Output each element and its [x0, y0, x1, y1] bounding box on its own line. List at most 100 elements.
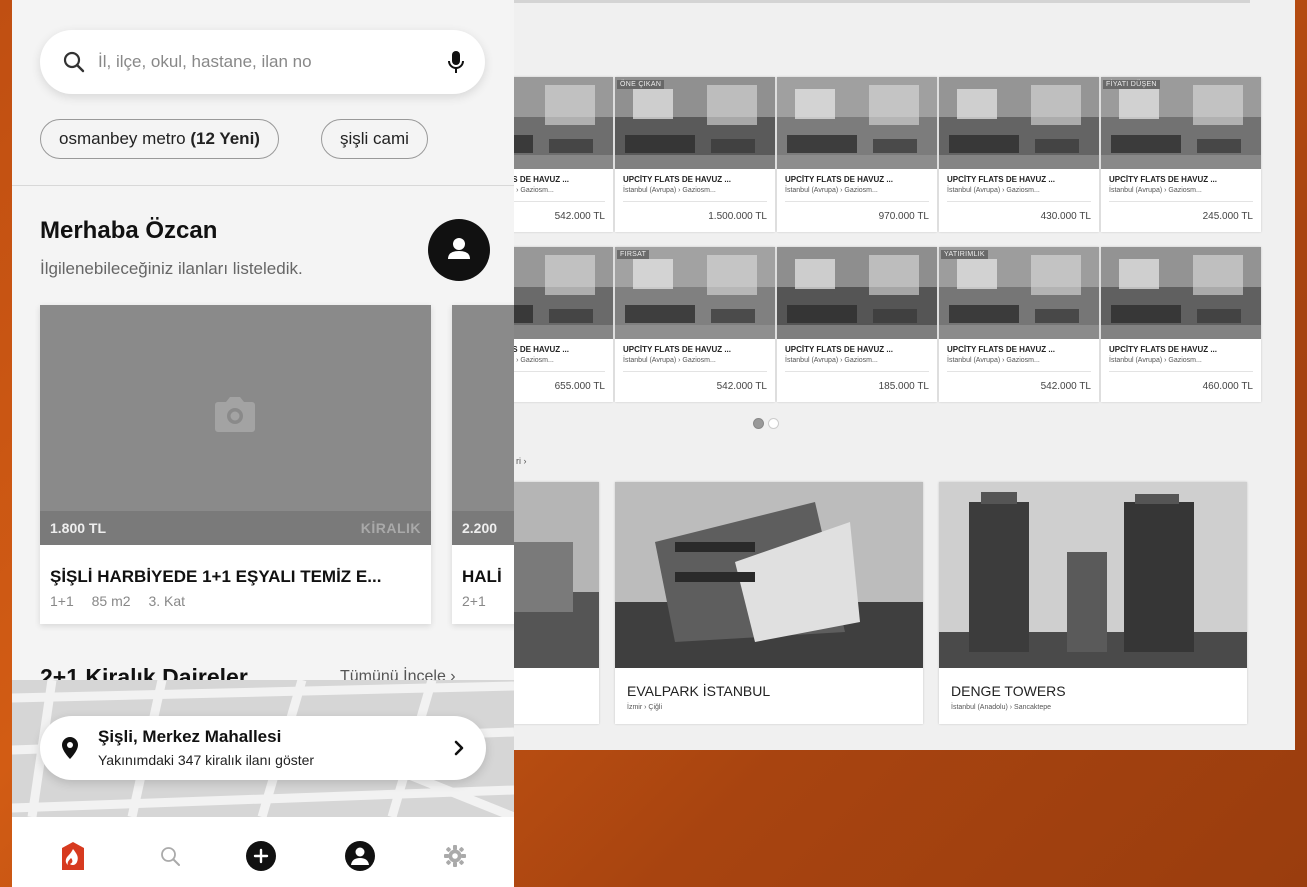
pagination-dot-2[interactable] — [768, 418, 779, 429]
location-pin-icon — [62, 737, 78, 759]
listing-price: 185.000 TL — [878, 381, 929, 392]
listing-tag: FIRSAT — [617, 250, 650, 259]
listing-photo — [777, 77, 937, 169]
listing-card[interactable]: FIRSAT UPCİTY FLATS DE HAVUZ ... İstanbul … — [615, 247, 775, 402]
listing-price: 655.000 TL — [554, 381, 605, 392]
listing-photo — [1101, 247, 1261, 339]
listing-size: 85 m2 — [91, 593, 131, 609]
listing-title: UPCİTY FLATS DE HAVUZ ... — [623, 345, 732, 354]
listing-title: UPCİTY FLATS DE HAVUZ ... — [1109, 345, 1218, 354]
listing-price: 542.000 TL — [716, 381, 767, 392]
microphone-icon[interactable] — [447, 50, 465, 74]
project-photo — [615, 482, 923, 668]
listing-title: UPCİTY FLATS DE HAVUZ ... — [623, 175, 732, 184]
divider — [623, 371, 767, 372]
profile-icon[interactable] — [345, 841, 375, 871]
listing-card[interactable]: UPCİTY FLATS DE HAVUZ ... İstanbul (Avrup… — [777, 77, 937, 232]
nearby-listings-card[interactable]: Şişli, Merkez Mahallesi Yakınımdaki 347 … — [40, 716, 486, 780]
listing-type-badge: KİRALIK — [360, 520, 421, 536]
listing-card[interactable]: UPCİTY FLATS DE HAVUZ ... İstanbul (Avrup… — [939, 77, 1099, 232]
divider — [947, 371, 1091, 372]
listing-title: HALİ — [462, 567, 502, 586]
chip-new-badge: (12 Yeni) — [190, 129, 260, 148]
recent-search-chip[interactable]: şişli cami — [321, 119, 428, 159]
location-title: Şişli, Merkez Mahallesi — [98, 727, 282, 746]
listing-location: İstanbul (Avrupa) › Gaziosm... — [1109, 187, 1202, 194]
user-icon — [448, 238, 470, 259]
chip-label: osmanbey metro — [59, 129, 191, 148]
search-icon — [63, 51, 85, 73]
search-input[interactable] — [98, 48, 398, 76]
listing-card[interactable]: YATIRIMLIK UPCİTY FLATS DE HAVUZ ... İstan… — [939, 247, 1099, 402]
listing-price: 460.000 TL — [1202, 381, 1253, 392]
project-card[interactable]: DENGE TOWERS İstanbul (Anadolu) › Sancakt… — [939, 482, 1247, 724]
listing-image-placeholder — [40, 305, 431, 545]
home-logo-icon[interactable] — [60, 842, 86, 870]
add-icon[interactable] — [246, 841, 276, 871]
listing-card[interactable]: UPCİTY FLATS DE HAVUZ ... İstanbul (Avrup… — [1101, 247, 1261, 402]
carousel-pagination — [753, 418, 779, 429]
listing-title: ŞİŞLİ HARBİYEDE 1+1 EŞYALI TEMİZ E... — [50, 567, 382, 586]
listing-price: 430.000 TL — [1040, 211, 1091, 222]
listing-rooms: 1+1 — [50, 593, 74, 609]
projects-see-all-link[interactable]: ri › — [516, 456, 527, 466]
pagination-dot-1[interactable] — [753, 418, 764, 429]
listing-photo — [939, 247, 1099, 339]
camera-icon — [215, 397, 255, 432]
divider — [12, 185, 514, 186]
divider — [785, 201, 929, 202]
project-name: EVALPARK İSTANBUL — [627, 683, 771, 699]
listing-price: 970.000 TL — [878, 211, 929, 222]
listing-location: İstanbul (Avrupa) › Gaziosm... — [947, 357, 1040, 364]
project-card[interactable]: EVALPARK İSTANBUL İzmir › Çiğli — [615, 482, 923, 724]
listing-image-placeholder — [452, 305, 514, 545]
listing-location: İstanbul (Avrupa) › Gaziosm... — [623, 357, 716, 364]
divider — [623, 201, 767, 202]
listing-floor: 3. Kat — [148, 593, 186, 609]
listing-card[interactable]: 2.200 HALİ 2+1 — [452, 305, 514, 624]
listing-photo — [777, 247, 937, 339]
divider — [947, 201, 1091, 202]
listing-card[interactable]: UPCİTY FLATS DE HAVUZ ... İstanbul (Avrup… — [777, 247, 937, 402]
project-photo — [939, 482, 1247, 668]
listing-photo — [939, 77, 1099, 169]
listing-title: UPCİTY FLATS DE HAVUZ ... — [947, 345, 1056, 354]
listing-card[interactable]: ÖNE ÇIKAN UPCİTY FLATS DE HAVUZ ... İstanb… — [615, 77, 775, 232]
listing-price: 1.800 TL — [50, 520, 107, 536]
divider — [1109, 201, 1253, 202]
listing-tag: FİYATI DÜŞEN — [1103, 80, 1160, 89]
chevron-right-icon — [454, 740, 464, 756]
listing-location: İstanbul (Avrupa) › Gaziosm... — [947, 187, 1040, 194]
bottom-tab-bar — [12, 817, 514, 887]
listing-price: 542.000 TL — [554, 211, 605, 222]
listing-photo — [1101, 77, 1261, 169]
avatar[interactable] — [428, 219, 490, 281]
listing-price: 2.200 — [462, 520, 498, 536]
listing-price: 245.000 TL — [1202, 211, 1253, 222]
listing-price: 542.000 TL — [1040, 381, 1091, 392]
chip-label: şişli cami — [340, 129, 409, 148]
divider — [785, 371, 929, 372]
location-subtitle: Yakınımdaki 347 kiralık ilanı göster — [98, 752, 315, 768]
listing-title: UPCİTY FLATS DE HAVUZ ... — [947, 175, 1056, 184]
listing-tag: YATIRIMLIK — [941, 250, 988, 259]
listing-photo — [615, 77, 775, 169]
listing-meta: 1+1 85 m2 3. Kat — [50, 593, 199, 609]
listing-card[interactable]: 1.800 TL KİRALIK ŞİŞLİ HARBİYEDE 1+1 EŞY… — [40, 305, 431, 624]
settings-icon[interactable] — [444, 845, 466, 867]
listing-meta: 2+1 — [462, 593, 500, 609]
listing-location: İstanbul (Avrupa) › Gaziosm... — [785, 357, 878, 364]
listing-title: UPCİTY FLATS DE HAVUZ ... — [785, 175, 894, 184]
search-icon[interactable] — [160, 846, 180, 866]
recent-search-chip[interactable]: osmanbey metro (12 Yeni) — [40, 119, 279, 159]
listing-location: İstanbul (Avrupa) › Gaziosm... — [785, 187, 878, 194]
greeting-subtitle: İlgilenebileceğiniz ilanları listeledik. — [40, 259, 303, 278]
listing-tag: ÖNE ÇIKAN — [617, 80, 665, 89]
listing-photo — [615, 247, 775, 339]
search-bar[interactable] — [40, 30, 485, 94]
greeting-title: Merhaba Özcan — [40, 217, 218, 244]
listing-card[interactable]: FİYATI DÜŞEN UPCİTY FLATS DE HAVUZ ... İst… — [1101, 77, 1261, 232]
listing-title: UPCİTY FLATS DE HAVUZ ... — [785, 345, 894, 354]
listing-location: İstanbul (Avrupa) › Gaziosm... — [1109, 357, 1202, 364]
project-name: DENGE TOWERS — [951, 683, 1066, 699]
